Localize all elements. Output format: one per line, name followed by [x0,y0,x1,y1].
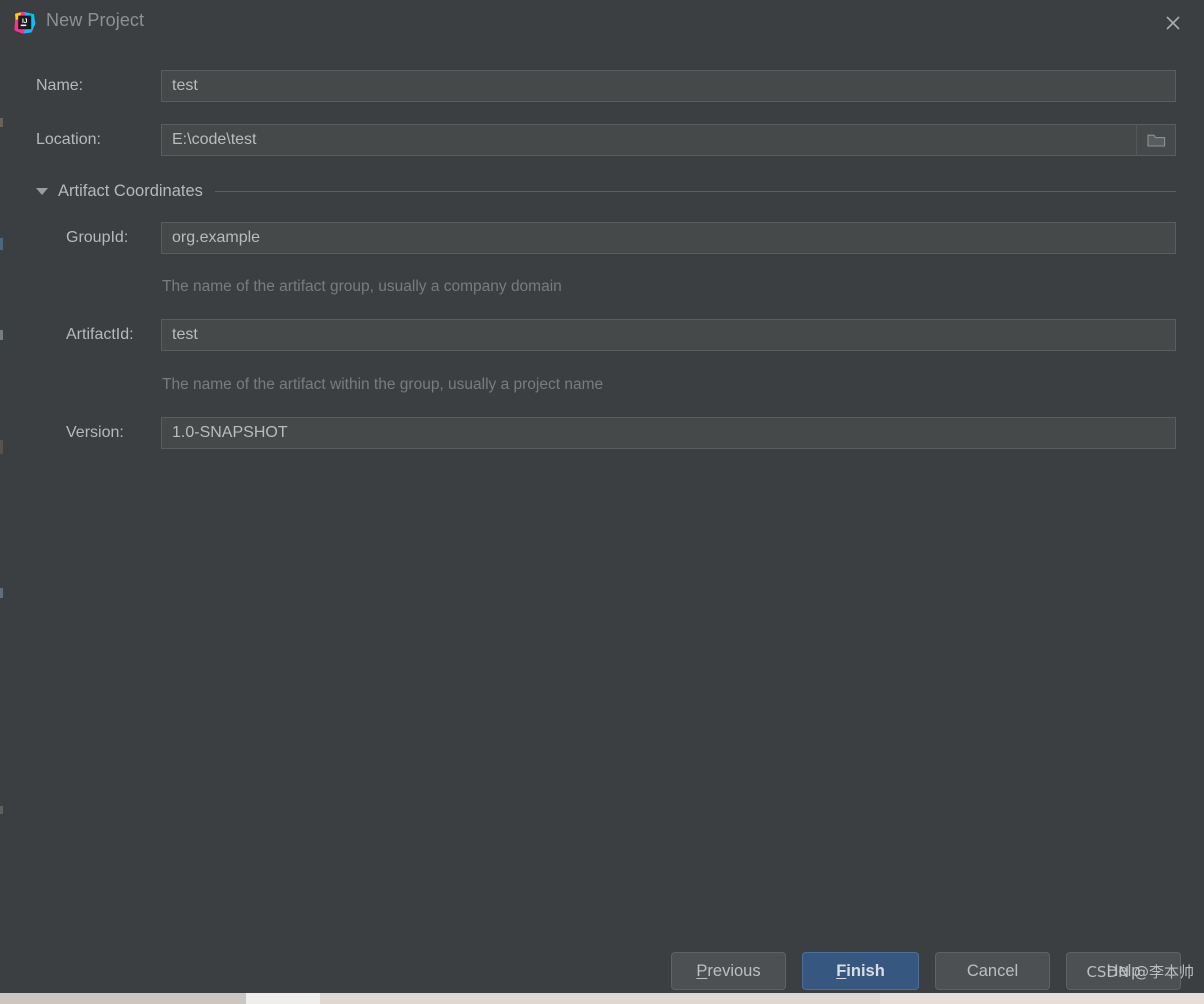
finish-button-label: Finish [836,961,885,980]
folder-icon[interactable] [1136,124,1176,156]
version-input[interactable]: 1.0-SNAPSHOT [161,417,1176,449]
background-segment [320,993,880,1004]
dialog-titlebar: IJ New Project [0,0,1204,45]
artifactid-hint: The name of the artifact within the grou… [162,376,604,393]
background-artifact [0,330,3,340]
background-window-strip [0,993,1204,1004]
artifact-coordinates-section-header[interactable]: Artifact Coordinates [36,178,1176,204]
name-label: Name: [36,77,84,94]
close-icon[interactable] [1156,6,1190,40]
background-segment [0,993,246,1004]
background-segment [880,993,1204,1004]
previous-button[interactable]: Previous [671,952,786,990]
background-artifact [0,118,3,127]
groupid-label: GroupId: [66,229,129,246]
svg-text:IJ: IJ [22,18,28,25]
background-artifact [0,806,3,814]
groupid-input[interactable]: org.example [161,222,1176,254]
version-label: Version: [66,424,124,441]
background-segment [246,993,320,1004]
chevron-down-icon[interactable] [36,188,48,195]
background-artifact [0,238,3,250]
artifactid-input[interactable]: test [161,319,1176,351]
intellij-idea-logo-icon: IJ [13,11,36,34]
finish-button[interactable]: Finish [802,952,919,990]
background-artifact [0,588,3,598]
section-divider [214,190,1176,192]
location-label: Location: [36,131,101,148]
cancel-button[interactable]: Cancel [935,952,1050,990]
artifactid-label: ArtifactId: [66,326,134,343]
dialog-title: New Project [46,10,145,30]
csdn-watermark: CSDN @李本帅 [1086,963,1194,981]
previous-button-label: Previous [696,961,761,980]
background-artifact [0,440,3,454]
location-input[interactable]: E:\code\test [161,124,1176,156]
name-input[interactable]: test [161,70,1176,102]
groupid-hint: The name of the artifact group, usually … [162,278,562,295]
artifact-coordinates-label: Artifact Coordinates [58,181,203,200]
new-project-dialog: IJ New Project Name: test Location: E:\c… [0,0,1204,993]
